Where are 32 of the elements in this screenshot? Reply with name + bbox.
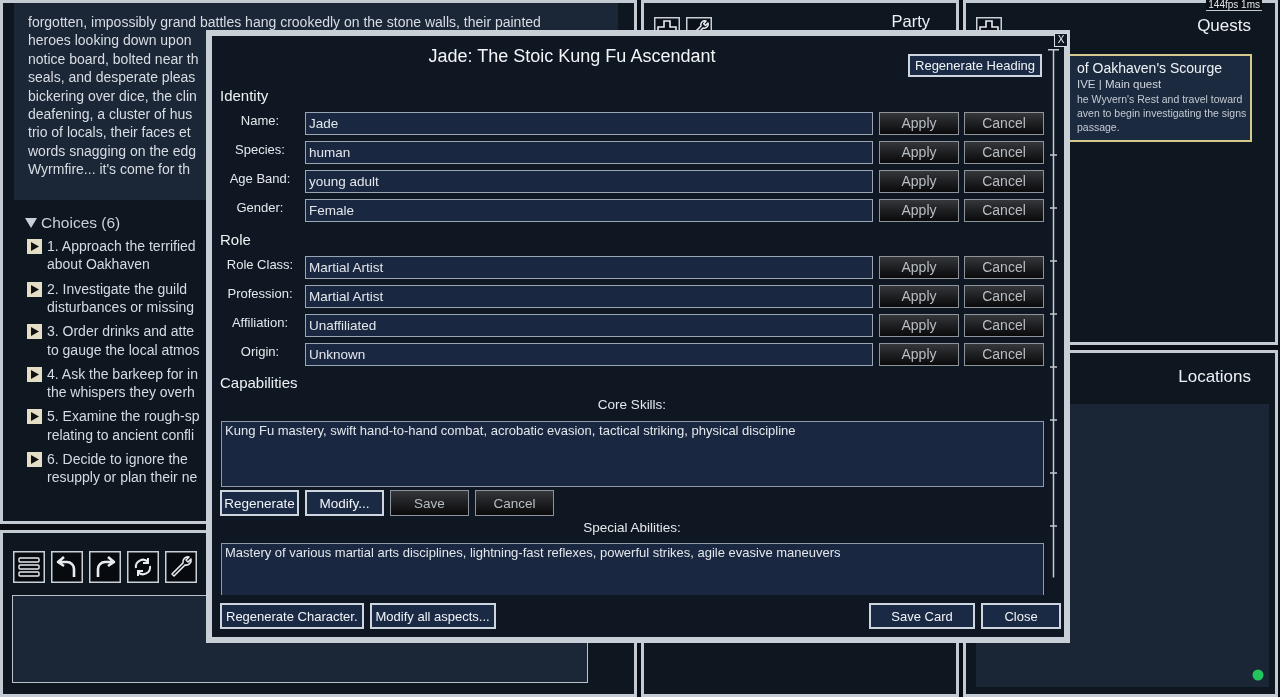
field-label: Age Band: [229,170,291,188]
story-line: notice board, bolted near th [28,49,199,69]
field-label: Gender: [236,199,284,217]
quest-objective-line: aven to begin investigating the signs [1077,106,1247,120]
quest-meta: IVE | Main quest [1077,77,1162,92]
quest-objective-line: he Wyvern's Rest and travel toward [1077,92,1243,106]
story-line: deafening, a cluster of hus [28,105,193,124]
field-label: Role Class: [226,256,294,274]
field-label: Name: [240,112,280,130]
story-line: heroes looking down upon [28,31,192,50]
panel-title: Locations [1178,367,1251,387]
field-label: Profession: [227,285,293,303]
story-line: Wyrmfire... it's come for th [28,160,190,179]
fps-counter: 144fps 1ms [1206,0,1262,11]
section-heading: Role [220,231,251,249]
section-heading: Capabilities [220,374,298,392]
field-label: Origin: [240,343,280,361]
text-area-label: Core Skills: [597,397,667,413]
quest-objective-line: passage. [1077,120,1120,134]
story-line: seals, and desperate pleas [28,68,196,87]
quest-title: of Oakhaven's Scourge [1077,59,1223,77]
section-heading: Identity [220,87,269,105]
text-area-label: Special Abilities: [583,520,681,536]
story-line: bickering over dice, the clin [28,86,197,106]
story-line: forgotten, impossibly grand battles hang crookedly on the stone walls, their painted [28,13,541,32]
dialog-title: Jade: The Stoic Kung Fu Ascendant [428,45,716,67]
panel-title: Party [891,13,930,29]
field-label: Affiliation: [231,314,289,332]
story-line: words snagging on the edg [28,141,197,161]
panel-title: Quests [1197,16,1251,36]
field-label: Species: [235,141,285,159]
story-line: trio of locals, their faces et [28,123,191,142]
